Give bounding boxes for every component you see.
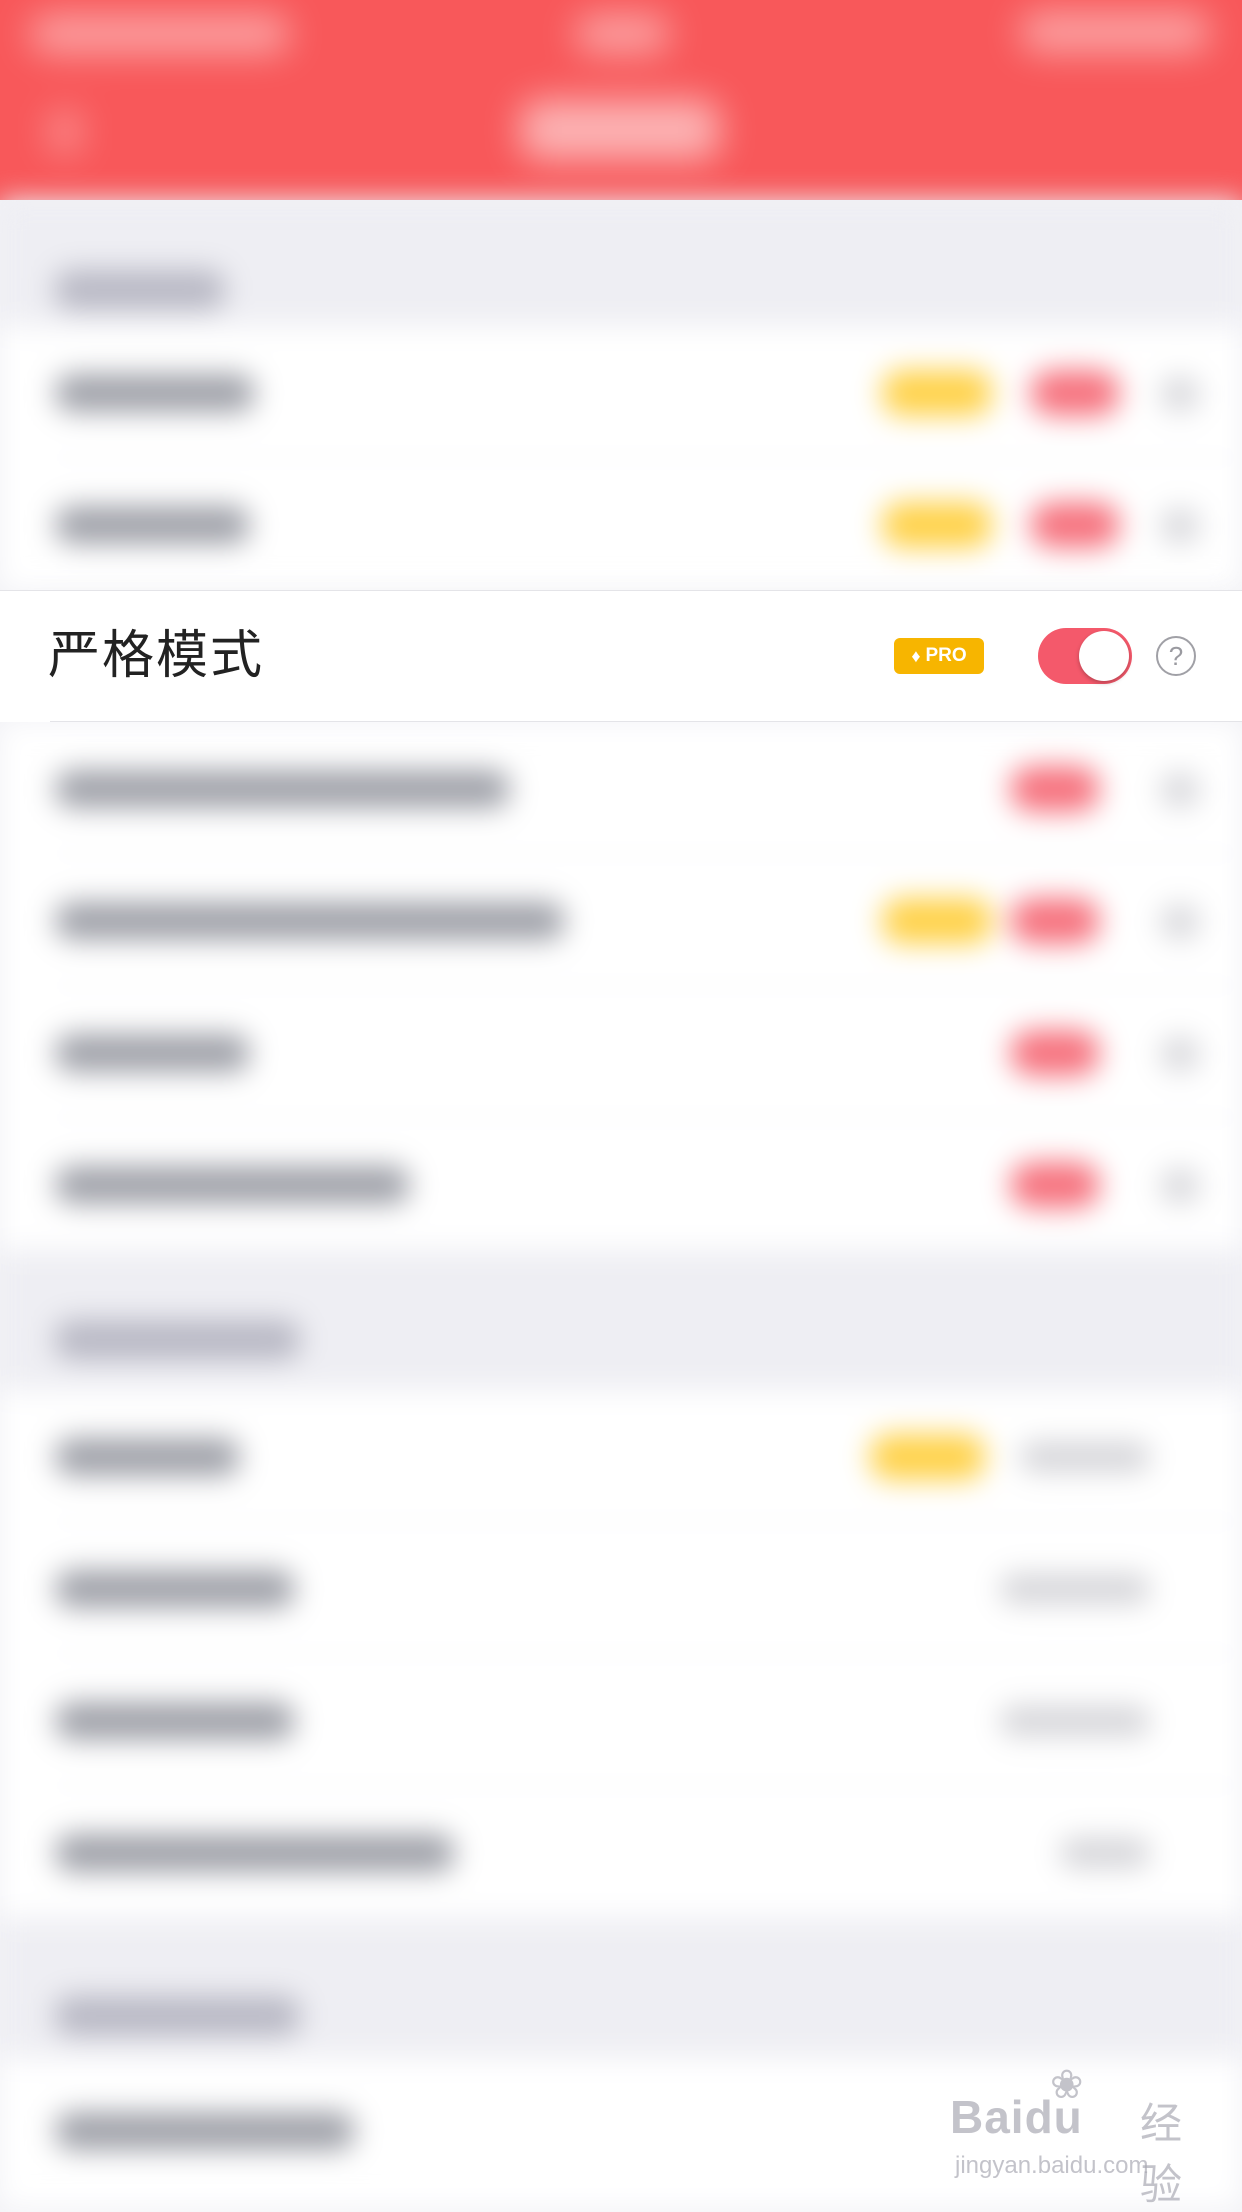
watermark-brand: Baidu bbox=[950, 2091, 1083, 2143]
nav-header bbox=[0, 0, 1242, 200]
row-divider-bottom bbox=[50, 721, 1242, 722]
settings-row[interactable] bbox=[0, 1786, 1242, 1918]
row-divider-top bbox=[0, 590, 1242, 591]
settings-row[interactable] bbox=[0, 986, 1242, 1118]
diamond-icon: ♦ bbox=[911, 645, 921, 666]
watermark-url: jingyan.baidu.com bbox=[955, 2152, 1149, 2179]
section-header-2 bbox=[0, 1250, 1242, 1390]
status-bar-right bbox=[1020, 12, 1210, 52]
settings-row[interactable] bbox=[0, 1390, 1242, 1522]
status-bar-time bbox=[575, 15, 670, 53]
settings-row[interactable] bbox=[0, 326, 1242, 458]
section-header-1 bbox=[0, 200, 1242, 340]
settings-row[interactable] bbox=[0, 854, 1242, 986]
settings-row[interactable] bbox=[0, 1654, 1242, 1786]
settings-row[interactable] bbox=[0, 458, 1242, 590]
settings-row[interactable] bbox=[0, 722, 1242, 854]
watermark-brand-cn: 经验 bbox=[1140, 2099, 1183, 2209]
help-icon[interactable]: ? bbox=[1156, 636, 1196, 676]
section-header-3 bbox=[0, 1918, 1242, 2058]
pro-badge: ♦ PRO bbox=[894, 638, 984, 674]
back-icon[interactable] bbox=[50, 112, 80, 152]
strict-mode-toggle[interactable] bbox=[1038, 628, 1132, 684]
pro-badge-label: PRO bbox=[925, 645, 967, 666]
toggle-knob bbox=[1079, 631, 1129, 681]
strict-mode-row: 严格模式 ♦ PRO ? bbox=[0, 590, 1242, 722]
settings-row[interactable] bbox=[0, 1118, 1242, 1250]
strict-mode-label: 严格模式 bbox=[48, 626, 265, 686]
settings-row[interactable] bbox=[0, 1522, 1242, 1654]
status-bar-left bbox=[30, 15, 290, 53]
page-title bbox=[520, 100, 720, 160]
baidu-watermark: ❀ Baidu 经验 jingyan.baidu.com bbox=[950, 2062, 1220, 2209]
